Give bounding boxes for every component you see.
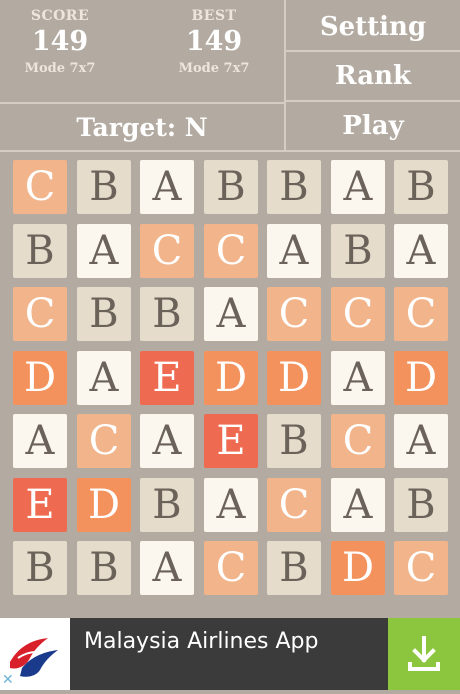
tile-r1-c6[interactable]: A bbox=[331, 160, 385, 214]
tile-r1-c5[interactable]: B bbox=[267, 160, 321, 214]
tile-r1-c7[interactable]: B bbox=[394, 160, 448, 214]
tile-r6-c5[interactable]: C bbox=[267, 478, 321, 532]
tile-r1-c4[interactable]: B bbox=[204, 160, 258, 214]
tile-r2-c7[interactable]: A bbox=[394, 224, 448, 278]
score-value: 149 bbox=[31, 26, 89, 57]
tile-r2-c5[interactable]: A bbox=[267, 224, 321, 278]
header-bottom-divider bbox=[0, 150, 460, 152]
best-mode: Mode 7x7 bbox=[178, 61, 250, 76]
tile-r1-c2[interactable]: B bbox=[77, 160, 131, 214]
tile-r3-c3[interactable]: B bbox=[140, 287, 194, 341]
tile-r4-c4[interactable]: D bbox=[204, 351, 258, 405]
tile-r4-c3[interactable]: E bbox=[140, 351, 194, 405]
rank-button[interactable]: Rank bbox=[286, 52, 460, 100]
tile-r3-c1[interactable]: C bbox=[13, 287, 67, 341]
tile-r7-c6[interactable]: D bbox=[331, 541, 385, 595]
tile-r1-c1[interactable]: C bbox=[13, 160, 67, 214]
tile-r2-c4[interactable]: C bbox=[204, 224, 258, 278]
score-label: SCORE bbox=[30, 8, 90, 24]
ad-text[interactable]: Malaysia Airlines App bbox=[84, 618, 318, 666]
tile-r7-c7[interactable]: C bbox=[394, 541, 448, 595]
target-label: Target: N bbox=[76, 112, 208, 142]
tile-r7-c3[interactable]: A bbox=[140, 541, 194, 595]
download-icon bbox=[408, 636, 440, 671]
tile-r3-c7[interactable]: C bbox=[394, 287, 448, 341]
tile-r3-c6[interactable]: C bbox=[331, 287, 385, 341]
tile-r1-c3[interactable]: A bbox=[140, 160, 194, 214]
close-icon[interactable]: ✕ bbox=[2, 672, 14, 688]
score-panel: SCORE 149 Mode 7x7 bbox=[0, 8, 120, 76]
tile-r7-c4[interactable]: C bbox=[204, 541, 258, 595]
best-label: BEST bbox=[191, 8, 237, 24]
tile-r5-c4[interactable]: E bbox=[204, 414, 258, 468]
tile-r5-c7[interactable]: A bbox=[394, 414, 448, 468]
tile-r3-c2[interactable]: B bbox=[77, 287, 131, 341]
tile-r6-c1[interactable]: E bbox=[13, 478, 67, 532]
tile-r5-c6[interactable]: C bbox=[331, 414, 385, 468]
tile-r7-c1[interactable]: B bbox=[13, 541, 67, 595]
tile-r6-c2[interactable]: D bbox=[77, 478, 131, 532]
tile-r4-c5[interactable]: D bbox=[267, 351, 321, 405]
tile-r2-c1[interactable]: B bbox=[13, 224, 67, 278]
tile-r2-c6[interactable]: B bbox=[331, 224, 385, 278]
tile-r5-c2[interactable]: C bbox=[77, 414, 131, 468]
tile-r4-c1[interactable]: D bbox=[13, 351, 67, 405]
tile-r5-c1[interactable]: A bbox=[13, 414, 67, 468]
tile-r5-c5[interactable]: B bbox=[267, 414, 321, 468]
best-panel: BEST 149 Mode 7x7 bbox=[154, 8, 274, 76]
game-board: CBABBABBACCABACBBACCCDAEDDADACAEBCAEDBAC… bbox=[8, 155, 452, 601]
tile-r5-c3[interactable]: A bbox=[140, 414, 194, 468]
tile-r4-c2[interactable]: A bbox=[77, 351, 131, 405]
play-button[interactable]: Play bbox=[286, 102, 460, 150]
tile-r2-c2[interactable]: A bbox=[77, 224, 131, 278]
setting-button[interactable]: Setting bbox=[286, 3, 460, 51]
tile-r4-c7[interactable]: D bbox=[394, 351, 448, 405]
tile-r7-c5[interactable]: B bbox=[267, 541, 321, 595]
game-header: SCORE 149 Mode 7x7 BEST 149 Mode 7x7 Tar… bbox=[0, 0, 460, 152]
tile-r6-c6[interactable]: A bbox=[331, 478, 385, 532]
tile-r7-c2[interactable]: B bbox=[77, 541, 131, 595]
tile-r6-c3[interactable]: B bbox=[140, 478, 194, 532]
tile-r2-c3[interactable]: C bbox=[140, 224, 194, 278]
tile-r4-c6[interactable]: A bbox=[331, 351, 385, 405]
tile-r3-c4[interactable]: A bbox=[204, 287, 258, 341]
tile-r6-c4[interactable]: A bbox=[204, 478, 258, 532]
best-value: 149 bbox=[185, 26, 243, 57]
download-button[interactable] bbox=[388, 618, 460, 690]
tile-r3-c5[interactable]: C bbox=[267, 287, 321, 341]
ad-banner[interactable]: Malaysia Airlines App bbox=[0, 618, 460, 690]
tile-r6-c7[interactable]: B bbox=[394, 478, 448, 532]
score-mode: Mode 7x7 bbox=[24, 61, 96, 76]
